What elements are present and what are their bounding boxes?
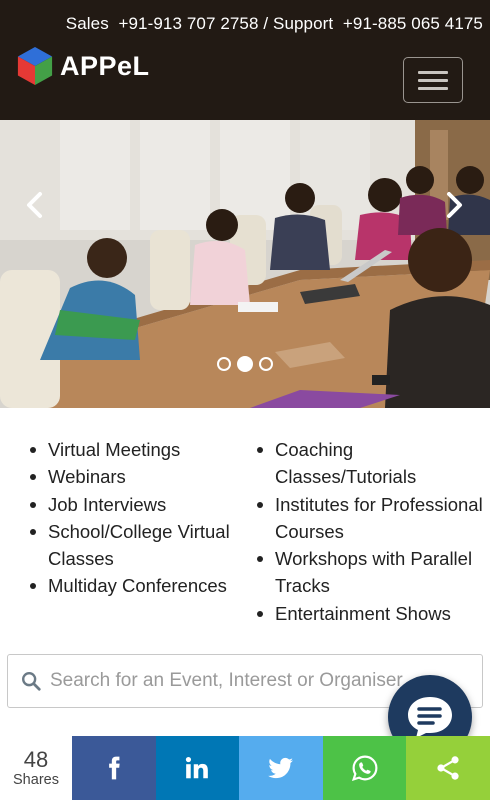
hamburger-menu-button[interactable] [403,57,463,103]
whatsapp-share-button[interactable] [322,736,407,800]
share-icon [437,756,459,780]
list-item: Webinars [28,463,250,490]
whatsapp-icon [351,755,378,781]
twitter-icon [268,757,293,779]
carousel-next-button[interactable] [443,190,467,220]
search-icon [22,672,41,691]
brand-logo[interactable]: APPeL [16,45,150,87]
chevron-right-icon [447,192,462,218]
facebook-icon [108,756,120,780]
list-item: School/College Virtual Classes [28,518,250,573]
linkedin-share-button[interactable] [155,736,240,800]
twitter-share-button[interactable] [239,736,323,800]
share-count: 48 Shares [0,736,72,800]
list-item: Coaching Classes/Tutorials [255,436,485,491]
feature-list-left: Virtual Meetings Webinars Job Interviews… [28,436,250,600]
facebook-share-button[interactable] [72,736,156,800]
social-share-bar: 48 Shares [0,736,490,800]
carousel-indicators [0,356,490,372]
carousel-dot-2[interactable] [237,356,253,372]
share-count-number: 48 [23,747,49,772]
share-count-label: Shares [13,772,59,788]
list-item: Entertainment Shows [255,600,485,627]
chevron-left-icon [27,192,42,218]
list-item: Institutes for Professional Courses [255,491,485,546]
brand-name: APPeL [60,50,150,81]
carousel-dot-3[interactable] [259,357,273,371]
carousel-dot-1[interactable] [217,357,231,371]
site-header: Sales +91-913 707 2758 / Support +91-885… [0,0,490,120]
hero-carousel[interactable] [0,120,490,408]
linkedin-icon [186,756,209,779]
contact-numbers: Sales +91-913 707 2758 / Support +91-885… [65,14,483,33]
list-item: Virtual Meetings [28,436,250,463]
carousel-prev-button[interactable] [22,190,46,220]
generic-share-button[interactable] [406,736,490,800]
hamburger-icon [418,71,448,74]
chat-icon [408,697,452,738]
list-item: Multiday Conferences [28,572,250,599]
list-item: Workshops with Parallel Tracks [255,545,485,600]
feature-list-right: Coaching Classes/Tutorials Institutes fo… [255,436,485,627]
cube-logo-icon [17,47,53,85]
list-item: Job Interviews [28,491,250,518]
